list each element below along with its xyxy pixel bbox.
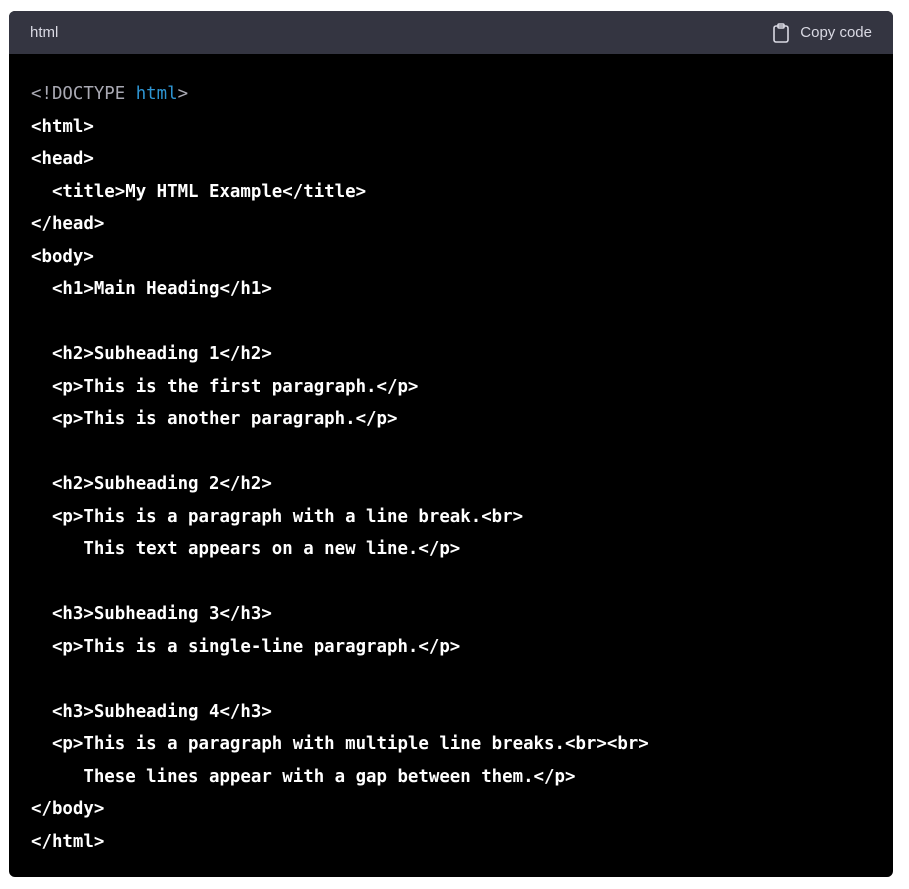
code-line: These lines appear with a gap between th… bbox=[31, 766, 576, 787]
code-line: <p>This is the first paragraph.</p> bbox=[31, 376, 419, 397]
code-line: <p>This is a single-line paragraph.</p> bbox=[31, 636, 461, 657]
copy-code-button[interactable]: Copy code bbox=[772, 22, 872, 43]
code-line: <h2>Subheading 2</h2> bbox=[31, 474, 272, 494]
doctype-suffix: > bbox=[177, 84, 189, 104]
code-line: <body> bbox=[31, 246, 94, 267]
code-line: <h3>Subheading 4</h3> bbox=[31, 701, 272, 722]
code-line: <h1>Main Heading</h1> bbox=[31, 279, 272, 299]
doctype-keyword: html bbox=[135, 84, 178, 104]
code-line: </html> bbox=[31, 831, 105, 852]
code-line: <h3>Subheading 3</h3> bbox=[31, 604, 272, 624]
code-line: </head> bbox=[31, 214, 105, 234]
code-line: <title>My HTML Example</title> bbox=[31, 181, 367, 202]
code-line: <head> bbox=[31, 149, 94, 169]
code-line: This text appears on a new line.</p> bbox=[31, 539, 461, 559]
code-body: <!DOCTYPE html> <html> <head> <title>My H… bbox=[9, 54, 893, 858]
code-lines: <html> <head> <title>My HTML Example</tit… bbox=[31, 111, 893, 859]
code-line: </body> bbox=[31, 799, 105, 819]
language-label: html bbox=[30, 24, 59, 41]
code-line: <p>This is a paragraph with a line break… bbox=[31, 506, 524, 527]
doctype-prefix: <!DOCTYPE bbox=[31, 84, 136, 104]
copy-code-label: Copy code bbox=[800, 24, 872, 41]
code-line: <h2>Subheading 1</h2> bbox=[31, 344, 272, 364]
clipboard-icon bbox=[772, 22, 790, 43]
code-block: html Copy code <!DOCTYPE html> <html> <he… bbox=[9, 11, 893, 877]
code-line: <html> bbox=[31, 116, 94, 137]
code-line-doctype: <!DOCTYPE html> bbox=[31, 78, 893, 111]
code-header: html Copy code bbox=[9, 11, 893, 54]
code-line: <p>This is a paragraph with multiple lin… bbox=[31, 734, 649, 754]
code-line: <p>This is another paragraph.</p> bbox=[31, 409, 398, 429]
